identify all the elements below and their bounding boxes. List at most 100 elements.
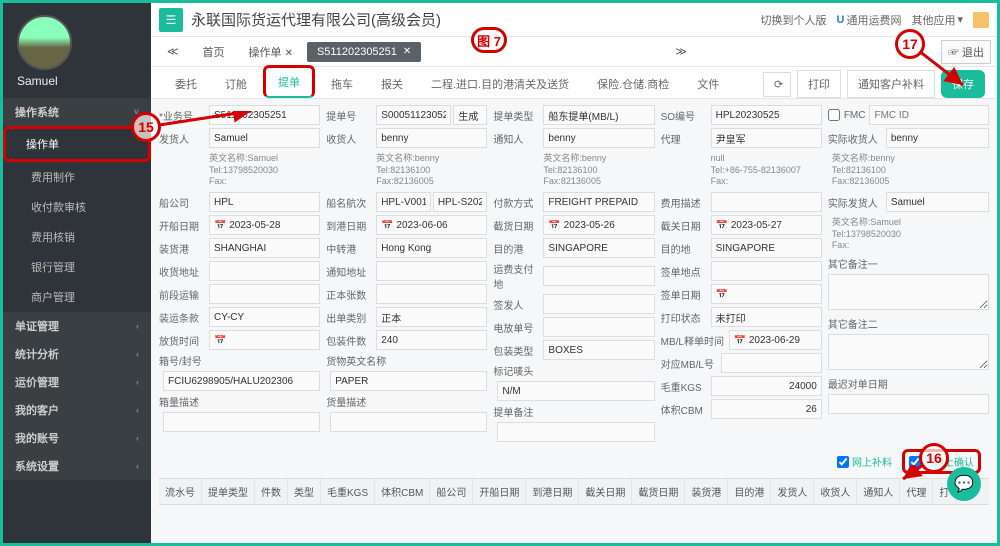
nav-item-operate-order[interactable]: 操作单 [3,126,151,162]
tab-nav-first[interactable]: ≪ [157,41,189,62]
input-actshpr[interactable] [886,192,989,212]
subtab-bl[interactable]: 提单 [263,65,315,98]
nav-group-account[interactable]: 我的账号‹ [3,424,151,452]
close-icon[interactable]: ✕ [285,48,293,59]
input-signdate[interactable] [711,284,822,304]
th-截货日期[interactable]: 截货日期 [632,479,685,504]
nav-group-system[interactable]: 系统设置‹ [3,452,151,480]
ubao-link[interactable]: U通用运费网 [837,12,902,28]
nav-item-fee-writeoff[interactable]: 费用核销 [3,222,151,252]
input-mblfree[interactable] [729,330,822,350]
input-transit[interactable] [376,238,487,258]
th-毛重KGS[interactable]: 毛重KGS [321,479,375,504]
subtab-booking[interactable]: 订舱 [213,70,259,98]
input-mark[interactable] [497,381,654,401]
input-signplace[interactable] [711,261,822,281]
tab-current-order[interactable]: S511202305251✕ [307,42,421,62]
other-apps-link[interactable]: 其他应用▾ [911,12,963,28]
input-pod[interactable] [543,238,654,258]
subtab-insurance[interactable]: 保险.仓储.商检 [585,70,681,98]
th-目的港[interactable]: 目的港 [728,479,771,504]
avatar[interactable] [17,15,72,70]
input-cutdate[interactable] [711,215,822,235]
input-signer[interactable] [543,294,654,314]
input-terms[interactable] [209,307,320,327]
input-pkgtype[interactable] [543,340,654,360]
tab-nav-last[interactable]: ≫ [665,41,697,62]
input-freightpay[interactable] [543,266,654,286]
input-carrier[interactable] [209,192,320,212]
th-通知人[interactable]: 通知人 [857,479,900,504]
nav-item-payment-audit[interactable]: 收付款审核 [3,192,151,222]
subtab-file[interactable]: 文件 [685,70,731,98]
input-goodsen[interactable] [330,371,487,391]
input-pretrans[interactable] [209,284,320,304]
refresh-button[interactable]: ⟳ [763,72,791,97]
th-件数[interactable]: 件数 [255,479,288,504]
chat-fab[interactable]: 💬 [947,467,981,501]
input-fmcid[interactable] [869,105,989,125]
input-cutoff[interactable] [543,215,654,235]
nav-group-doc[interactable]: 单证管理‹ [3,312,151,340]
input-saildate[interactable] [209,215,320,235]
input-pol[interactable] [209,238,320,258]
th-体积CBM[interactable]: 体积CBM [375,479,430,504]
input-pickaddr[interactable] [209,261,320,281]
th-发货人[interactable]: 发货人 [771,479,814,504]
input-gwkgs[interactable] [711,376,822,396]
nav-item-merchant[interactable]: 商户管理 [3,282,151,312]
th-船公司[interactable]: 船公司 [430,479,473,504]
tab-home[interactable]: 首页 [193,40,235,64]
input-printst[interactable] [711,307,822,327]
input-feedesc[interactable] [711,192,822,212]
input-cargodesc[interactable] [330,412,487,432]
input-dest[interactable] [711,238,822,258]
input-blno-b[interactable] [453,105,487,125]
input-pkgs[interactable] [376,330,487,350]
close-icon[interactable]: ✕ [403,46,411,57]
input-cbm[interactable] [711,399,822,419]
input-rem2[interactable] [828,334,989,370]
subtab-trailer[interactable]: 拖车 [319,70,365,98]
th-流水号[interactable]: 流水号 [159,479,202,504]
subtab-2leg[interactable]: 二程.进口.目的港清关及送货 [419,70,581,98]
input-vessel-b[interactable] [433,192,488,212]
input-blno-a[interactable] [376,105,451,125]
input-deltime[interactable] [209,330,320,350]
input-origdocs[interactable] [376,284,487,304]
nav-group-freight[interactable]: 运价管理‹ [3,368,151,396]
input-agent[interactable] [711,128,822,148]
th-提单类型[interactable]: 提单类型 [202,479,255,504]
input-blremark[interactable] [497,422,654,442]
input-eta[interactable] [376,215,487,235]
th-类型[interactable]: 类型 [288,479,321,504]
subtab-customs[interactable]: 报关 [369,70,415,98]
nav-item-bank[interactable]: 银行管理 [3,252,151,282]
input-cntrdesc[interactable] [163,412,320,432]
nav-group-customer[interactable]: 我的客户‹ [3,396,151,424]
nav-group-stats[interactable]: 统计分析‹ [3,340,151,368]
tab-operate-list[interactable]: 操作单 ✕ [239,40,303,64]
th-截关日期[interactable]: 截关日期 [579,479,632,504]
notification-icon[interactable] [973,12,989,28]
th-装货港[interactable]: 装货港 [685,479,728,504]
th-收货人[interactable]: 收货人 [814,479,857,504]
subtab-entrust[interactable]: 委托 [163,70,209,98]
input-bltype[interactable] [543,105,654,125]
th-开船日期[interactable]: 开船日期 [473,479,526,504]
input-actcnee[interactable] [886,128,989,148]
input-notifyaddr[interactable] [376,261,487,281]
input-cntr[interactable] [163,371,320,391]
th-到港日期[interactable]: 到港日期 [526,479,579,504]
nav-item-fee-make[interactable]: 费用制作 [3,162,151,192]
input-consignee[interactable] [376,128,487,148]
input-payway[interactable] [543,192,654,212]
input-notify[interactable] [543,128,654,148]
input-so[interactable] [711,105,822,125]
input-mblmatch[interactable] [721,353,822,373]
input-vessel-a[interactable] [376,192,431,212]
nav-group-operate[interactable]: 操作系统˅ [3,98,151,126]
switch-personal-link[interactable]: 切换到个人版 [761,12,827,28]
input-issuetype[interactable] [376,307,487,327]
input-telex[interactable] [543,317,654,337]
